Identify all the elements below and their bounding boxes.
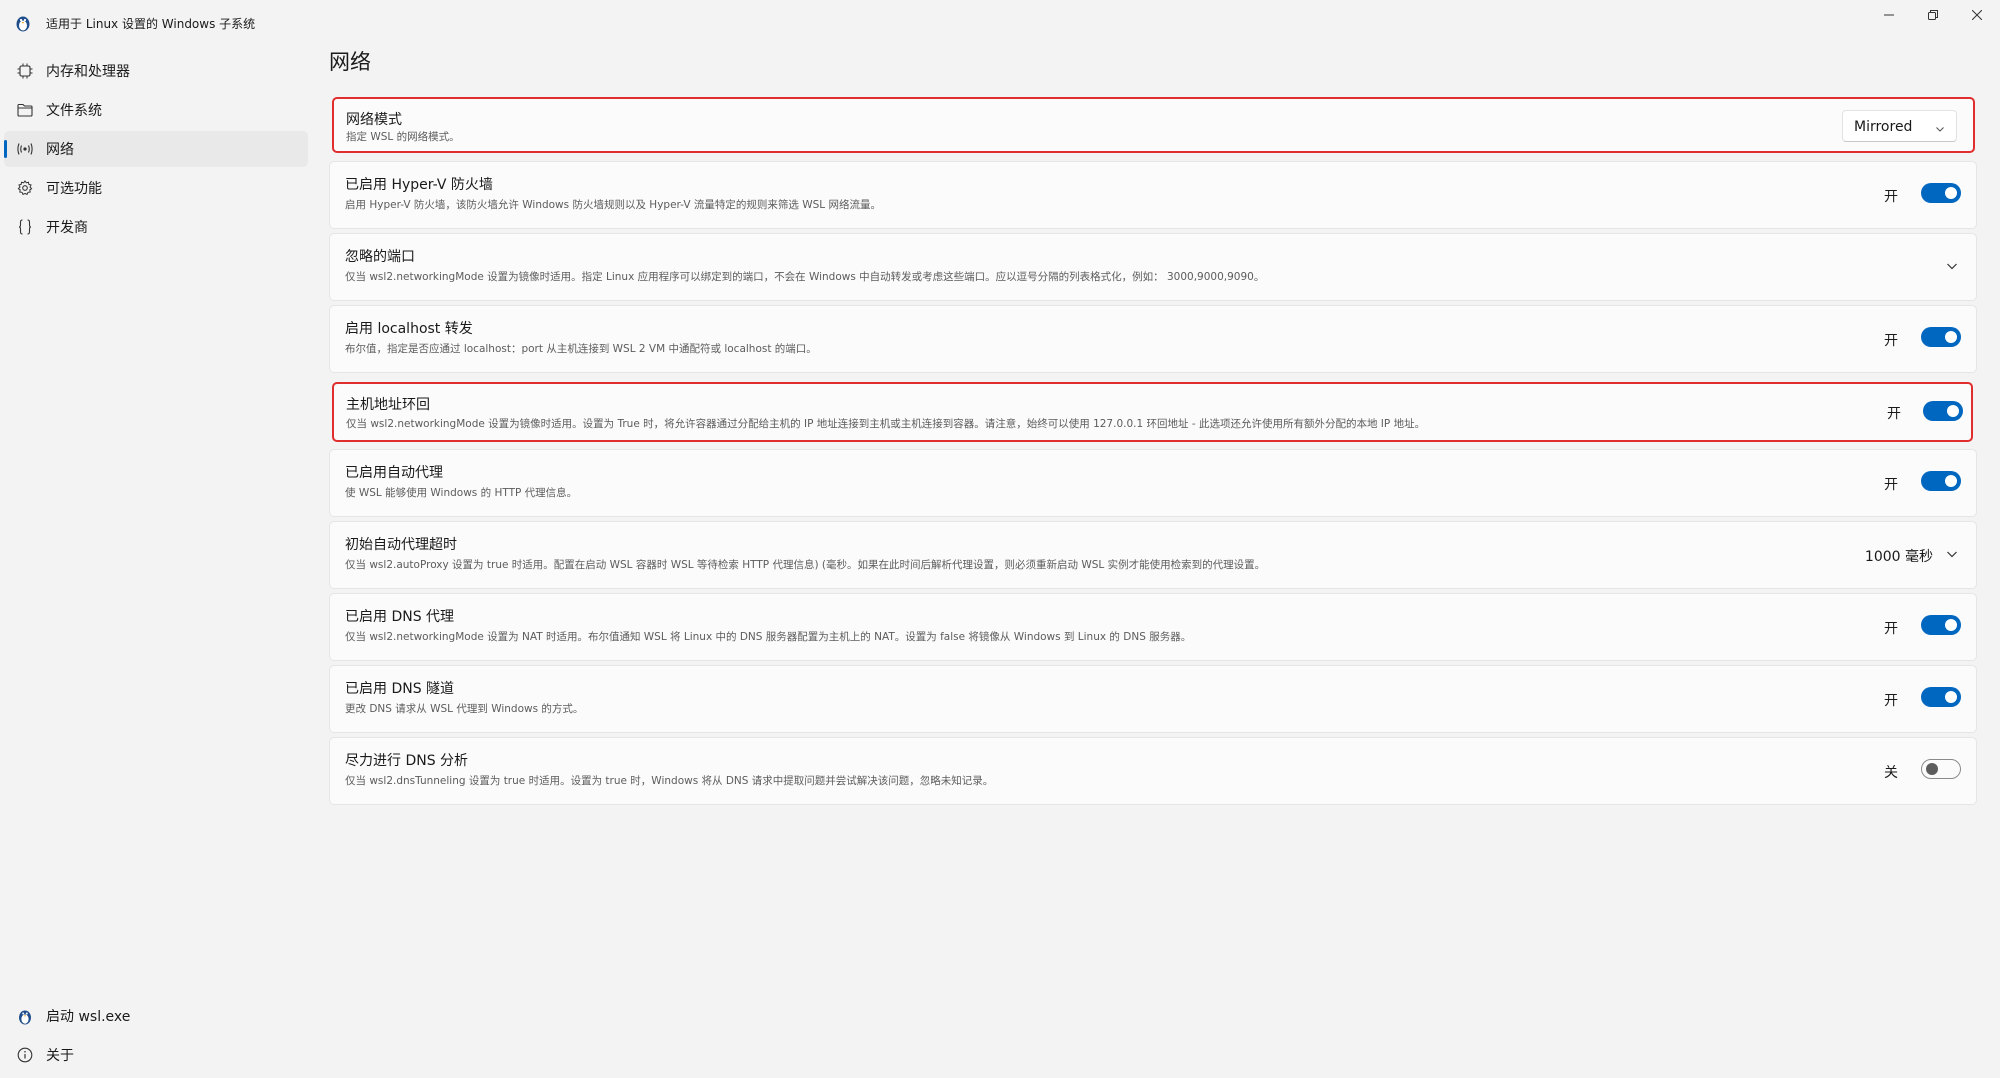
setting-network-mode: 网络模式 指定 WSL 的网络模式。 Mirrored <box>332 97 1975 153</box>
dns-tunneling-toggle[interactable] <box>1921 687 1961 707</box>
setting-description: 启用 Hyper-V 防火墙，该防火墙允许 Windows 防火墙规则以及 Hy… <box>345 199 881 211</box>
setting-auto-proxy: 已启用自动代理 使 WSL 能够使用 Windows 的 HTTP 代理信息。 … <box>329 449 1977 517</box>
sidebar-item-developer[interactable]: 开发商 <box>4 209 308 245</box>
close-button[interactable] <box>1954 0 2000 30</box>
chevron-down-icon[interactable] <box>1942 544 1962 564</box>
toggle-state-label: 关 <box>1884 765 1898 781</box>
close-icon <box>1972 10 1982 20</box>
sidebar-item-label: 内存和处理器 <box>46 64 130 80</box>
localhost-forwarding-toggle[interactable] <box>1921 327 1961 347</box>
setting-dns-proxy: 已启用 DNS 代理 仅当 wsl2.networkingMode 设置为 NA… <box>329 593 1977 661</box>
sidebar-item-label: 网络 <box>46 142 74 158</box>
setting-description: 布尔值，指定是否应通过 localhost：port 从主机连接到 WSL 2 … <box>345 343 817 355</box>
setting-description: 仅当 wsl2.networkingMode 设置为镜像时适用。设置为 True… <box>346 418 1426 430</box>
dropdown-value: Mirrored <box>1854 119 1913 135</box>
minimize-button[interactable] <box>1866 0 1912 30</box>
setting-title: 已启用 DNS 代理 <box>345 609 455 625</box>
setting-title: 已启用 Hyper-V 防火墙 <box>345 177 493 193</box>
setting-dns-tunneling: 已启用 DNS 隧道 更改 DNS 请求从 WSL 代理到 Windows 的方… <box>329 665 1977 733</box>
setting-title: 已启用 DNS 隧道 <box>345 681 455 697</box>
toggle-state-label: 开 <box>1887 406 1901 422</box>
hyperv-firewall-toggle[interactable] <box>1921 183 1961 203</box>
setting-localhost-forwarding: 启用 localhost 转发 布尔值，指定是否应通过 localhost：po… <box>329 305 1977 373</box>
setting-description: 仅当 wsl2.networkingMode 设置为镜像时适用。指定 Linux… <box>345 271 1265 283</box>
toggle-state-label: 开 <box>1884 621 1898 637</box>
sidebar-item-about[interactable]: 关于 <box>4 1037 308 1073</box>
setting-description: 仅当 wsl2.autoProxy 设置为 true 时适用。配置在启动 WSL… <box>345 559 1266 571</box>
setting-title: 已启用自动代理 <box>345 465 443 481</box>
network-mode-dropdown[interactable]: Mirrored <box>1842 110 1957 142</box>
restore-button[interactable] <box>1910 0 1956 30</box>
sidebar-item-label: 开发商 <box>46 220 88 236</box>
setting-best-effort-dns-parsing: 尽力进行 DNS 分析 仅当 wsl2.dnsTunneling 设置为 tru… <box>329 737 1977 805</box>
braces-icon <box>16 218 34 236</box>
chevron-down-icon <box>1934 120 1946 132</box>
toggle-state-label: 开 <box>1884 477 1898 493</box>
setting-ignored-ports[interactable]: 忽略的端口 仅当 wsl2.networkingMode 设置为镜像时适用。指定… <box>329 233 1977 301</box>
sidebar-item-label: 文件系统 <box>46 103 102 119</box>
sidebar-item-optional-features[interactable]: 可选功能 <box>4 170 308 206</box>
setting-title: 初始自动代理超时 <box>345 537 457 553</box>
window-title: 适用于 Linux 设置的 Windows 子系统 <box>46 17 256 31</box>
setting-host-address-loopback: 主机地址环回 仅当 wsl2.networkingMode 设置为镜像时适用。设… <box>332 382 1973 442</box>
sidebar-item-label: 可选功能 <box>46 181 102 197</box>
chevron-down-icon[interactable] <box>1942 256 1962 276</box>
toggle-state-label: 开 <box>1884 333 1898 349</box>
sidebar-item-file-system[interactable]: 文件系统 <box>4 92 308 128</box>
title-bar: 适用于 Linux 设置的 Windows 子系统 <box>0 0 2000 44</box>
setting-title: 忽略的端口 <box>345 249 415 265</box>
best-effort-dns-parsing-toggle[interactable] <box>1921 759 1961 779</box>
setting-title: 主机地址环回 <box>346 397 430 413</box>
setting-description: 仅当 wsl2.networkingMode 设置为 NAT 时适用。布尔值通知… <box>345 631 1192 643</box>
network-icon <box>16 140 34 158</box>
setting-initial-auto-proxy-timeout[interactable]: 初始自动代理超时 仅当 wsl2.autoProxy 设置为 true 时适用。… <box>329 521 1977 589</box>
restore-icon <box>1928 10 1938 20</box>
info-icon <box>16 1046 34 1064</box>
sidebar-item-label: 关于 <box>46 1048 74 1064</box>
toggle-state-label: 开 <box>1884 693 1898 709</box>
toggle-state-label: 开 <box>1884 189 1898 205</box>
auto-proxy-toggle[interactable] <box>1921 471 1961 491</box>
sidebar-item-network[interactable]: 网络 <box>4 131 308 167</box>
setting-description: 仅当 wsl2.dnsTunneling 设置为 true 时适用。设置为 tr… <box>345 775 994 787</box>
host-address-loopback-toggle[interactable] <box>1923 401 1963 421</box>
setting-title: 网络模式 <box>346 112 402 128</box>
setting-title: 启用 localhost 转发 <box>345 321 473 337</box>
gear-icon <box>16 179 34 197</box>
setting-description: 使 WSL 能够使用 Windows 的 HTTP 代理信息。 <box>345 487 578 499</box>
penguin-app-icon <box>15 14 31 32</box>
penguin-icon <box>16 1007 34 1025</box>
setting-description: 指定 WSL 的网络模式。 <box>346 131 460 143</box>
minimize-icon <box>1884 14 1894 16</box>
setting-hyperv-firewall: 已启用 Hyper-V 防火墙 启用 Hyper-V 防火墙，该防火墙允许 Wi… <box>329 161 1977 229</box>
sidebar-item-label: 启动 wsl.exe <box>46 1009 131 1025</box>
setting-title: 尽力进行 DNS 分析 <box>345 753 469 769</box>
sidebar-item-launch-wsl[interactable]: 启动 wsl.exe <box>4 998 308 1034</box>
sidebar-item-memory-processor[interactable]: 内存和处理器 <box>4 53 308 89</box>
page-title: 网络 <box>329 50 371 74</box>
folder-icon <box>16 101 34 119</box>
timeout-value: 1000 毫秒 <box>1864 549 1933 565</box>
dns-proxy-toggle[interactable] <box>1921 615 1961 635</box>
setting-description: 更改 DNS 请求从 WSL 代理到 Windows 的方式。 <box>345 703 584 715</box>
chip-icon <box>16 62 34 80</box>
